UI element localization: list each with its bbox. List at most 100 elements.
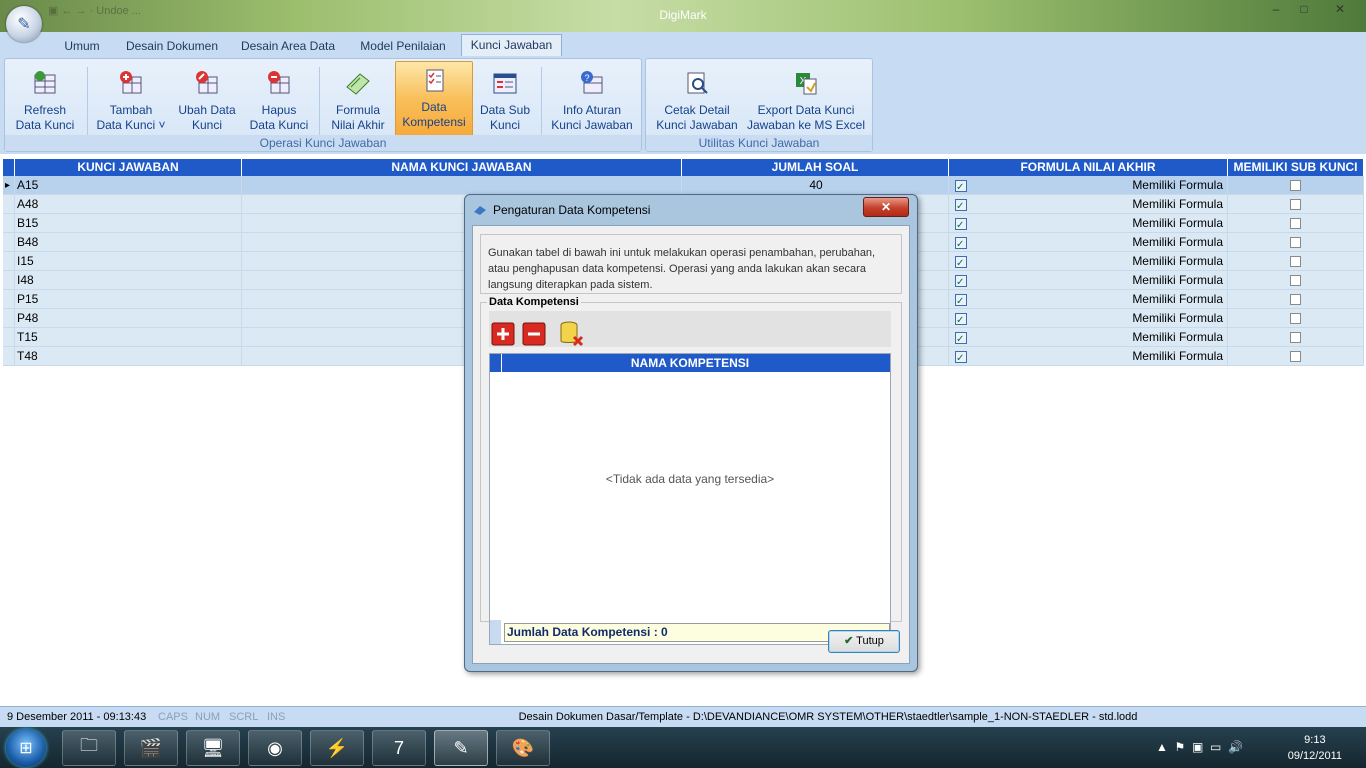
tab-umum[interactable]: Umum	[54, 36, 110, 56]
separator	[541, 67, 542, 137]
sub-kunci-checkbox[interactable]	[1290, 256, 1301, 267]
column-header-nama-kunci-jawaban[interactable]: NAMA KUNCI JAWABAN	[242, 159, 682, 176]
cell-memiliki-sub-kunci[interactable]	[1228, 252, 1364, 271]
column-header-kunci-jawaban[interactable]: KUNCI JAWABAN	[15, 159, 242, 176]
taskbar-clock[interactable]: 9:13 09/12/2011	[1288, 732, 1342, 764]
cell-formula-nilai-akhir[interactable]: Memiliki Formula	[949, 309, 1228, 328]
row-indicator[interactable]	[3, 233, 15, 252]
cell-kunci-jawaban[interactable]: B15	[15, 214, 242, 233]
cell-memiliki-sub-kunci[interactable]	[1228, 233, 1364, 252]
cell-nama-kunci-jawaban[interactable]	[242, 176, 682, 195]
cetak-detail-button[interactable]: Cetak Detail Kunci Jawaban	[652, 65, 742, 135]
sub-kunci-checkbox[interactable]	[1290, 199, 1301, 210]
app-logo-icon: ✎	[17, 16, 31, 33]
info-aturan-kunci-jawaban-button[interactable]: ? Info Aturan Kunci Jawaban	[547, 65, 637, 135]
cell-memiliki-sub-kunci[interactable]	[1228, 328, 1364, 347]
add-kompetensi-button[interactable]	[490, 321, 516, 347]
table-row[interactable]: ▸A15 40 Memiliki Formula	[3, 176, 1364, 195]
taskbar-7zip-button[interactable]: 7	[372, 730, 426, 766]
row-indicator[interactable]	[3, 214, 15, 233]
cell-kunci-jawaban[interactable]: T48	[15, 347, 242, 366]
refresh-table-icon	[34, 71, 56, 94]
formula-nilai-akhir-button[interactable]: Formula Nilai Akhir	[325, 65, 391, 135]
taskbar-paint-button[interactable]: 🎨	[496, 730, 550, 766]
taskbar-digimark-button[interactable]: ✎	[434, 730, 488, 766]
cell-formula-nilai-akhir[interactable]: Memiliki Formula	[949, 214, 1228, 233]
app-menu-button[interactable]: ✎	[6, 6, 42, 42]
column-header-jumlah-soal[interactable]: JUMLAH SOAL	[682, 159, 949, 176]
cell-kunci-jawaban[interactable]: A48	[15, 195, 242, 214]
start-button[interactable]: ⊞	[6, 729, 46, 767]
cell-kunci-jawaban[interactable]: P48	[15, 309, 242, 328]
cell-formula-nilai-akhir[interactable]: Memiliki Formula	[949, 290, 1228, 309]
sub-kunci-checkbox[interactable]	[1290, 294, 1301, 305]
cell-memiliki-sub-kunci[interactable]	[1228, 290, 1364, 309]
sub-kunci-checkbox[interactable]	[1290, 218, 1301, 229]
cell-kunci-jawaban[interactable]: A15	[15, 176, 242, 195]
cell-kunci-jawaban[interactable]: B48	[15, 233, 242, 252]
row-indicator[interactable]	[3, 252, 15, 271]
tray-icons[interactable]: ▲ ⚑ ▣ ▭ 🔊	[1156, 727, 1243, 768]
cell-kunci-jawaban[interactable]: I15	[15, 252, 242, 271]
remove-kompetensi-button[interactable]	[521, 321, 547, 347]
taskbar-movie-maker-button[interactable]: 🎬	[124, 730, 178, 766]
row-indicator[interactable]	[3, 347, 15, 366]
delete-all-kompetensi-button[interactable]	[557, 319, 587, 349]
cell-kunci-jawaban[interactable]: I48	[15, 271, 242, 290]
tab-kunci-jawaban[interactable]: Kunci Jawaban	[461, 34, 562, 58]
sub-kunci-checkbox[interactable]	[1290, 180, 1301, 191]
ribbon-tabs: Umum Desain Dokumen Desain Area Data Mod…	[0, 32, 1366, 58]
cell-formula-nilai-akhir[interactable]: Memiliki Formula	[949, 252, 1228, 271]
row-indicator[interactable]	[3, 309, 15, 328]
cell-memiliki-sub-kunci[interactable]	[1228, 195, 1364, 214]
cell-formula-nilai-akhir[interactable]: Memiliki Formula	[949, 176, 1228, 195]
export-excel-button[interactable]: X Export Data Kunci Jawaban ke MS Excel	[746, 65, 866, 135]
cell-formula-nilai-akhir[interactable]: Memiliki Formula	[949, 195, 1228, 214]
row-indicator[interactable]: ▸	[3, 176, 15, 195]
cell-memiliki-sub-kunci[interactable]	[1228, 176, 1364, 195]
column-header-formula-nilai-akhir[interactable]: FORMULA NILAI AKHIR	[949, 159, 1228, 176]
cell-memiliki-sub-kunci[interactable]	[1228, 214, 1364, 233]
taskbar-computer-button[interactable]: 🖥	[186, 730, 240, 766]
cell-formula-nilai-akhir[interactable]: Memiliki Formula	[949, 347, 1228, 366]
cell-memiliki-sub-kunci[interactable]	[1228, 271, 1364, 290]
tutup-button[interactable]: ✔ Tutup	[828, 630, 900, 653]
minimize-button[interactable]: –	[1262, 0, 1290, 18]
maximize-button[interactable]: □	[1290, 0, 1318, 18]
column-header-nama-kompetensi[interactable]: NAMA KOMPETENSI	[490, 354, 890, 372]
close-window-button[interactable]: ✕	[1318, 0, 1362, 18]
sub-kunci-checkbox[interactable]	[1290, 275, 1301, 286]
cell-formula-nilai-akhir[interactable]: Memiliki Formula	[949, 271, 1228, 290]
tab-desain-dokumen[interactable]: Desain Dokumen	[118, 36, 226, 56]
data-kompetensi-button[interactable]: Data Kompetensi	[395, 61, 473, 137]
refresh-data-kunci-button[interactable]: Refresh Data Kunci	[11, 65, 79, 135]
cell-formula-nilai-akhir[interactable]: Memiliki Formula	[949, 233, 1228, 252]
row-indicator[interactable]	[3, 271, 15, 290]
row-indicator[interactable]	[3, 328, 15, 347]
taskbar-winamp-button[interactable]: ⚡	[310, 730, 364, 766]
row-indicator[interactable]	[3, 195, 15, 214]
ubah-data-kunci-button[interactable]: Ubah Data Kunci	[173, 65, 241, 135]
cell-kunci-jawaban[interactable]: T15	[15, 328, 242, 347]
sub-kunci-checkbox[interactable]	[1290, 351, 1301, 362]
dialog-close-button[interactable]: ✕	[863, 197, 909, 217]
dialog-title: Pengaturan Data Kompetensi	[493, 203, 651, 217]
add-table-icon	[120, 71, 142, 94]
tab-desain-area-data[interactable]: Desain Area Data	[234, 36, 342, 56]
taskbar-chrome-button[interactable]: ◉	[248, 730, 302, 766]
sub-kunci-checkbox[interactable]	[1290, 332, 1301, 343]
sub-kunci-checkbox[interactable]	[1290, 237, 1301, 248]
taskbar-explorer-button[interactable]: 🗀	[62, 730, 116, 766]
cell-memiliki-sub-kunci[interactable]	[1228, 347, 1364, 366]
data-sub-kunci-button[interactable]: Data Sub Kunci	[475, 65, 535, 135]
cell-jumlah-soal[interactable]: 40	[682, 176, 949, 195]
cell-kunci-jawaban[interactable]: P15	[15, 290, 242, 309]
sub-kunci-checkbox[interactable]	[1290, 313, 1301, 324]
cell-formula-nilai-akhir[interactable]: Memiliki Formula	[949, 328, 1228, 347]
column-header-memiliki-sub-kunci[interactable]: MEMILIKI SUB KUNCI	[1228, 159, 1364, 176]
hapus-data-kunci-button[interactable]: Hapus Data Kunci	[245, 65, 313, 135]
tambah-data-kunci-button[interactable]: Tambah Data Kunci ˅	[93, 65, 169, 135]
row-indicator[interactable]	[3, 290, 15, 309]
tab-model-penilaian[interactable]: Model Penilaian	[350, 36, 456, 56]
cell-memiliki-sub-kunci[interactable]	[1228, 309, 1364, 328]
